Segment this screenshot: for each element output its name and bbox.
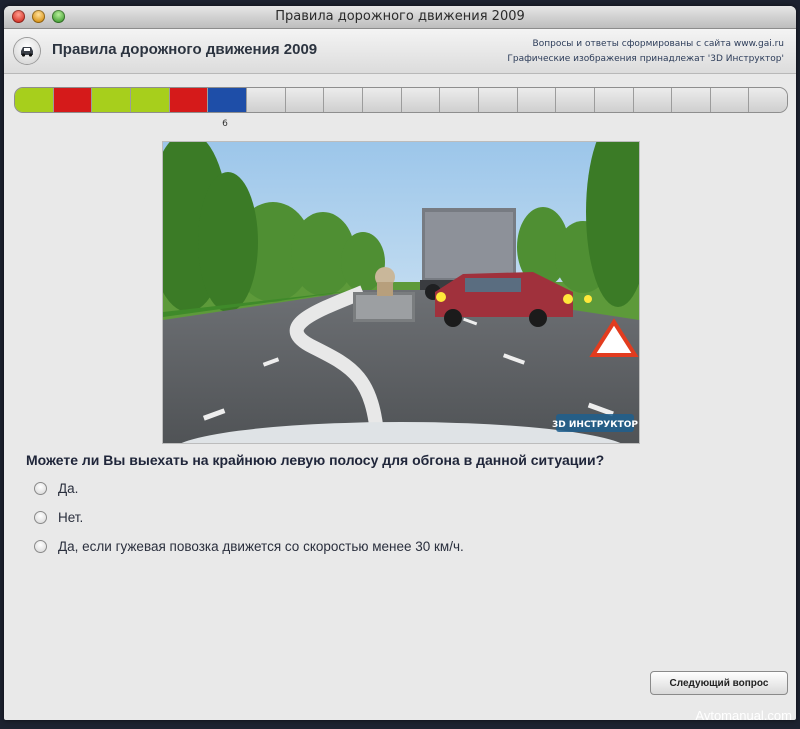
answer-option-2[interactable]: Нет.	[34, 507, 83, 527]
answer-label: Да.	[58, 480, 79, 496]
next-question-button[interactable]: Следующий вопрос	[650, 671, 788, 695]
progress-segment-empty	[556, 88, 595, 112]
progress-segment-wrong	[53, 88, 93, 112]
progress-segment-empty	[749, 88, 787, 112]
answer-label: Нет.	[58, 509, 84, 525]
window-title: Правила дорожного движения 2009	[275, 9, 525, 24]
app-window: Правила дорожного движения 2009 Правила …	[4, 6, 796, 720]
progress-segment-empty	[362, 88, 402, 112]
app-header: Правила дорожного движения 2009 Вопросы …	[4, 29, 796, 74]
current-question-number: 6	[222, 119, 228, 129]
credit-graphics: Графические изображения принадлежат '3D …	[507, 54, 784, 64]
app-title: Правила дорожного движения 2009	[52, 41, 318, 58]
progress-segment-empty	[401, 88, 441, 112]
progress-segment-empty	[710, 88, 750, 112]
radio-button[interactable]	[34, 539, 47, 553]
watermark: Avtomanual.com	[695, 708, 792, 723]
question-illustration: 3D ИНСТРУКТОР	[148, 117, 650, 482]
progress-segment-correct	[92, 88, 131, 112]
progress-segment-empty	[246, 88, 286, 112]
answer-option-3[interactable]: Да, если гужевая повозка движется со ско…	[34, 536, 464, 556]
progress-segment-empty	[324, 88, 363, 112]
progress-segment-empty	[594, 88, 634, 112]
question-progress-bar	[14, 87, 788, 113]
radio-button[interactable]	[34, 481, 47, 495]
progress-segment-current	[208, 88, 247, 112]
progress-segment-empty	[517, 88, 557, 112]
answer-option-1[interactable]: Да.	[34, 478, 78, 498]
progress-segment-correct	[15, 88, 54, 112]
progress-segment-empty	[672, 88, 711, 112]
progress-segment-empty	[285, 88, 325, 112]
title-bar[interactable]: Правила дорожного движения 2009	[4, 6, 796, 29]
progress-segment-empty	[478, 88, 518, 112]
progress-segment-correct	[130, 88, 170, 112]
progress-segment-wrong	[169, 88, 209, 112]
credits: Вопросы и ответы сформированы с сайта ww…	[507, 37, 784, 67]
scene-brand-logo: 3D ИНСТРУКТОР	[552, 420, 638, 430]
question-text: Можете ли Вы выехать на крайнюю левую по…	[26, 452, 605, 468]
progress-segment-empty	[633, 88, 673, 112]
car-icon	[14, 38, 40, 64]
answer-label: Да, если гужевая повозка движется со ско…	[58, 538, 464, 554]
credit-source: Вопросы и ответы сформированы с сайта ww…	[532, 39, 784, 49]
radio-button[interactable]	[34, 510, 47, 524]
progress-segment-empty	[440, 88, 479, 112]
